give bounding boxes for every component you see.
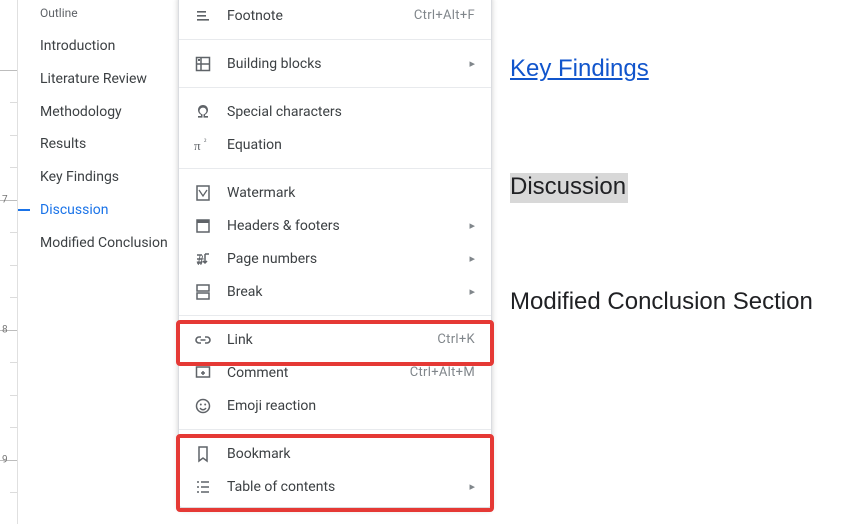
ruler-label: 8 — [2, 325, 8, 336]
menu-item[interactable]: Special characters — [179, 95, 491, 128]
footnote-icon — [193, 6, 213, 26]
link-icon — [193, 330, 213, 350]
menu-item[interactable]: Table of contents▸ — [179, 470, 491, 503]
heading-link-key-findings[interactable]: Key Findings — [510, 55, 860, 83]
outline-item[interactable]: Introduction — [32, 30, 188, 63]
emoji-icon — [193, 396, 213, 416]
vertical-ruler: 7 8 9 — [0, 0, 18, 524]
headers-footers-icon — [193, 216, 213, 236]
ruler-label: 7 — [2, 195, 8, 206]
menu-separator — [179, 168, 491, 169]
menu-item-label: Bookmark — [227, 446, 475, 462]
menu-shortcut: Ctrl+Alt+M — [410, 365, 475, 380]
menu-shortcut: Ctrl+K — [437, 332, 475, 347]
omega-icon — [193, 102, 213, 122]
watermark-icon — [193, 183, 213, 203]
menu-separator — [179, 87, 491, 88]
submenu-arrow-icon: ▸ — [465, 480, 475, 493]
menu-item-label: Footnote — [227, 8, 414, 24]
menu-item-label: Emoji reaction — [227, 398, 475, 414]
submenu-arrow-icon: ▸ — [465, 219, 475, 232]
heading-selected-discussion[interactable]: Discussion — [510, 173, 628, 203]
menu-item[interactable]: Break▸ — [179, 275, 491, 308]
menu-item-label: Table of contents — [227, 479, 465, 495]
outline-item[interactable]: Modified Conclusion — [32, 227, 188, 260]
menu-item-label: Comment — [227, 365, 410, 381]
menu-item[interactable]: Headers & footers▸ — [179, 209, 491, 242]
menu-item[interactable]: Equation — [179, 128, 491, 161]
submenu-arrow-icon: ▸ — [465, 252, 475, 265]
outline-item[interactable]: Results — [32, 128, 188, 161]
menu-item[interactable]: Building blocks▸ — [179, 47, 491, 80]
menu-separator — [179, 39, 491, 40]
building-blocks-icon — [193, 54, 213, 74]
menu-separator — [179, 429, 491, 430]
outline-panel: Outline IntroductionLiterature ReviewMet… — [18, 0, 188, 524]
menu-item[interactable]: Watermark — [179, 176, 491, 209]
ruler-label: 9 — [2, 455, 8, 466]
menu-item-label: Link — [227, 332, 437, 348]
page-numbers-icon — [193, 249, 213, 269]
menu-separator — [179, 315, 491, 316]
menu-item-label: Break — [227, 284, 465, 300]
toc-icon — [193, 477, 213, 497]
menu-item[interactable]: LinkCtrl+K — [179, 323, 491, 356]
menu-item[interactable]: FootnoteCtrl+Alt+F — [179, 0, 491, 32]
document-content: Key Findings Discussion Modified Conclus… — [510, 0, 860, 524]
outline-item[interactable]: Literature Review — [32, 63, 188, 96]
menu-item-label: Special characters — [227, 104, 475, 120]
menu-item[interactable]: CommentCtrl+Alt+M — [179, 356, 491, 389]
menu-item-label: Building blocks — [227, 56, 465, 72]
menu-item-label: Headers & footers — [227, 218, 465, 234]
outline-title: Outline — [32, 6, 188, 30]
bookmark-icon — [193, 444, 213, 464]
menu-item[interactable]: Bookmark — [179, 437, 491, 470]
outline-item[interactable]: Methodology — [32, 96, 188, 129]
insert-menu: FootnoteCtrl+Alt+FBuilding blocks▸Specia… — [178, 0, 492, 508]
outline-item[interactable]: Discussion — [32, 194, 188, 227]
break-icon — [193, 282, 213, 302]
heading-modified-conclusion[interactable]: Modified Conclusion Section — [510, 288, 860, 316]
menu-item[interactable]: Emoji reaction — [179, 389, 491, 422]
submenu-arrow-icon: ▸ — [465, 57, 475, 70]
menu-shortcut: Ctrl+Alt+F — [414, 8, 475, 23]
menu-item[interactable]: Page numbers▸ — [179, 242, 491, 275]
menu-item-label: Equation — [227, 137, 475, 153]
outline-item[interactable]: Key Findings — [32, 161, 188, 194]
pi-icon — [193, 135, 213, 155]
menu-item-label: Page numbers — [227, 251, 465, 267]
menu-item-label: Watermark — [227, 185, 475, 201]
comment-icon — [193, 363, 213, 383]
submenu-arrow-icon: ▸ — [465, 285, 475, 298]
